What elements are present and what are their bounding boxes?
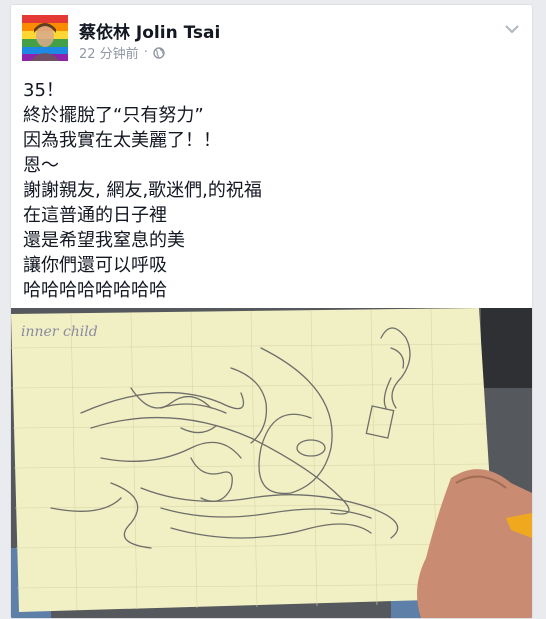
post-line: 謝謝親友, 網友,歌迷們,的祝福: [23, 180, 262, 201]
post-timestamp[interactable]: 22 分钟前: [79, 43, 139, 62]
photo-handwritten-note: inner child: [21, 324, 98, 340]
meta-separator: ·: [143, 45, 148, 60]
post-line: 35！: [23, 80, 64, 101]
post-line: 哈哈哈哈哈哈哈哈: [23, 280, 167, 301]
chevron-down-icon[interactable]: [504, 23, 520, 35]
post-meta: 22 分钟前 ·: [79, 43, 165, 62]
post-line: 還是希望我窒息的美: [23, 230, 185, 251]
profile-avatar[interactable]: [22, 15, 68, 61]
post-line: 恩～: [23, 155, 59, 176]
post-line: 因為我實在太美麗了！！: [23, 130, 221, 151]
post-line: 在這普通的日子裡: [23, 205, 167, 226]
author-name[interactable]: 蔡依林 Jolin Tsai: [79, 18, 220, 43]
avatar-image: [22, 15, 68, 61]
post-line: 終於擺脫了“只有努力”: [23, 105, 204, 126]
post-text: 35！ 終於擺脫了“只有努力” 因為我實在太美麗了！！ 恩～ 謝謝親友, 網友,…: [23, 78, 523, 303]
post-line: 讓你們還可以呼吸: [23, 255, 167, 276]
post-card: 蔡依林 Jolin Tsai 22 分钟前 · 35！ 終於擺脫了“只有努力” …: [10, 4, 533, 619]
globe-icon[interactable]: [153, 46, 165, 59]
post-photo[interactable]: inner child: [11, 308, 532, 618]
sketch-photo: inner child: [11, 308, 532, 618]
